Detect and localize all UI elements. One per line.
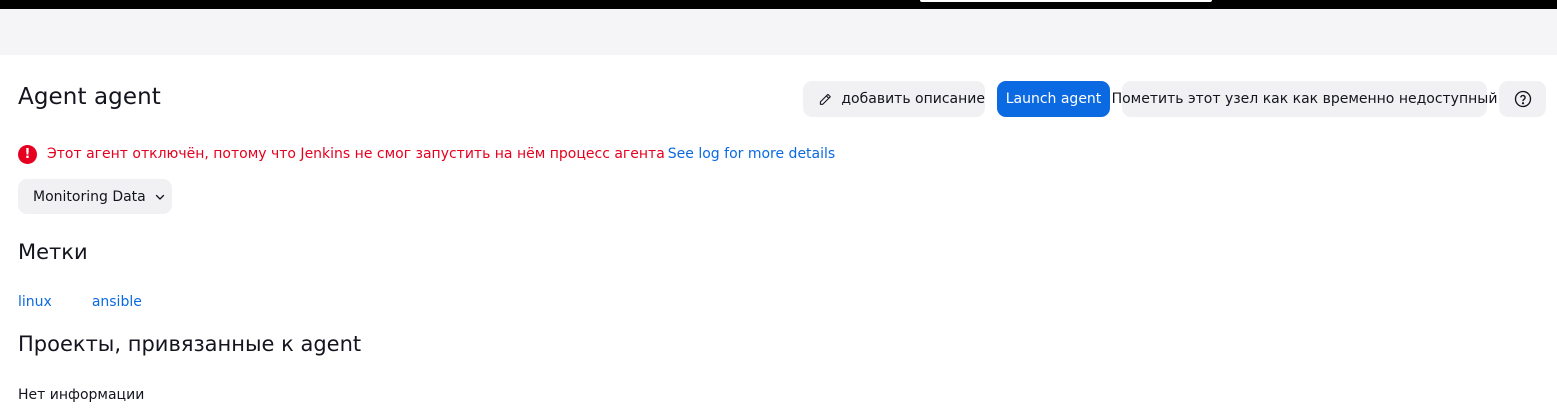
page-title: Agent agent [18,84,161,110]
agent-offline-message: ! Этот агент отключён, потому что Jenkin… [18,144,835,164]
see-log-link[interactable]: See log for more details [668,146,835,162]
labels-heading: Метки [18,240,88,264]
mark-offline-button[interactable]: Пометить этот узел как как временно недо… [1112,81,1497,117]
monitoring-data-dropdown[interactable]: Monitoring Data [18,179,172,214]
question-circle-icon [1514,90,1531,108]
pencil-icon [819,93,831,105]
label-link-linux[interactable]: linux [18,294,52,310]
breadcrumb-bar [0,9,1557,55]
projects-heading: Проекты, привязанные к agent [18,332,362,356]
mark-offline-label: Пометить этот узел как как временно недо… [1111,91,1498,107]
projects-empty-text: Нет информации [18,387,145,403]
add-description-button[interactable]: добавить описание [803,81,985,117]
launch-agent-label: Launch agent [1005,91,1102,107]
top-navigation-bar [0,0,1557,9]
search-box-edge[interactable] [920,0,1212,2]
label-link-ansible[interactable]: ansible [92,294,142,310]
add-description-label: добавить описание [841,91,985,107]
chevron-down-icon [155,194,164,200]
error-message: Этот агент отключён, потому что Jenkins … [47,146,665,162]
exclamation-circle-icon: ! [18,144,37,164]
monitoring-data-label: Monitoring Data [33,188,146,205]
launch-agent-button[interactable]: Launch agent [997,81,1110,117]
help-button[interactable] [1499,81,1546,117]
labels-list: linux ansible [18,294,182,310]
